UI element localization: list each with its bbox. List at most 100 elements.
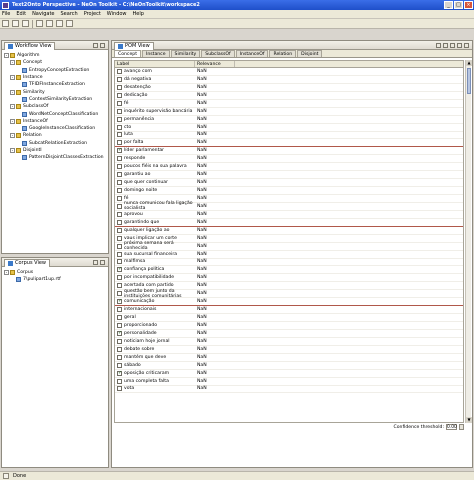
table-row[interactable]: garantindo que NaN (115, 219, 463, 227)
tree-item[interactable]: - Similarity (4, 88, 106, 95)
scroll-down-icon[interactable]: ▼ (466, 417, 472, 423)
tree-item[interactable]: - InstanceOf (4, 118, 106, 125)
row-checkbox[interactable] (117, 315, 122, 321)
row-checkbox[interactable] (117, 68, 122, 74)
row-checkbox[interactable] (117, 227, 122, 233)
row-checkbox[interactable] (117, 172, 122, 178)
table-row[interactable]: noticiam hoje jornal NaN (115, 338, 463, 346)
row-checkbox[interactable] (117, 164, 122, 170)
row-checkbox[interactable] (117, 211, 122, 217)
subtab-disjoint[interactable]: Disjoint (297, 50, 323, 57)
row-checkbox[interactable] (117, 283, 122, 289)
expand-collapse-icon[interactable]: - (10, 148, 15, 153)
row-checkbox[interactable] (117, 338, 122, 344)
maximize-button[interactable]: □ (454, 1, 463, 9)
row-checkbox[interactable] (117, 195, 122, 201)
minimize-view-icon[interactable] (457, 42, 462, 48)
row-checkbox[interactable] (117, 76, 122, 82)
table-row[interactable]: que quer continuar NaN (115, 179, 463, 188)
tree-item[interactable]: TFIDFInstanceExtraction (4, 81, 106, 88)
minimize-view-icon[interactable] (93, 42, 98, 48)
expand-collapse-icon[interactable]: - (10, 118, 15, 124)
row-checkbox[interactable] (117, 92, 122, 98)
search-icon[interactable] (46, 20, 53, 27)
row-checkbox[interactable] (117, 386, 122, 392)
table-row[interactable]: ✓ personalidade NaN (115, 330, 463, 338)
table-row[interactable]: garantiu ao NaN (115, 171, 463, 180)
table-row[interactable]: internacionais NaN (115, 306, 463, 315)
row-checkbox[interactable] (117, 362, 122, 368)
maximize-view-icon[interactable] (464, 42, 469, 48)
menu-edit[interactable]: Edit (16, 11, 26, 17)
tree-item[interactable]: - SubclassOf (4, 103, 106, 110)
expand-collapse-icon[interactable]: - (10, 89, 15, 95)
expand-collapse-icon[interactable]: - (10, 104, 15, 110)
row-checkbox[interactable] (117, 180, 122, 186)
refresh-icon[interactable] (443, 42, 448, 48)
expand-collapse-icon[interactable]: - (10, 75, 15, 81)
tree-item[interactable]: SubcatRelationExtraction (4, 140, 106, 147)
table-row[interactable]: questão bem junto da instituições comuni… (115, 289, 463, 299)
row-checkbox[interactable] (117, 251, 122, 257)
row-checkbox[interactable] (117, 307, 122, 313)
expand-collapse-icon[interactable]: - (4, 270, 9, 276)
tree-item[interactable]: - DisjointI (4, 147, 106, 154)
table-row[interactable]: uma completa falta NaN (115, 378, 463, 386)
table-row[interactable]: sábado NaN (115, 362, 463, 370)
corpus-view-tab[interactable]: Corpus View (4, 258, 51, 267)
row-checkbox[interactable] (117, 346, 122, 352)
minimize-button[interactable]: _ (444, 1, 453, 9)
pom-view-tab[interactable]: POM View (114, 41, 154, 50)
tree-item[interactable]: - Instance (4, 74, 106, 81)
expand-collapse-icon[interactable]: - (4, 53, 9, 59)
row-checkbox[interactable] (117, 378, 122, 384)
forward-icon[interactable] (66, 20, 73, 27)
tree-item[interactable]: WordNetConceptClassification (4, 110, 106, 117)
table-row[interactable]: vota NaN (115, 386, 463, 394)
row-checkbox[interactable] (117, 291, 122, 297)
table-row[interactable]: fé NaN (115, 100, 463, 108)
row-checkbox[interactable]: ✓ (117, 148, 122, 154)
row-checkbox[interactable] (117, 203, 122, 209)
table-row[interactable]: sua sucursal financeira NaN (115, 251, 463, 259)
row-checkbox[interactable] (117, 354, 122, 360)
tree-item[interactable]: PatternDisjointClassesExtraction (4, 154, 106, 161)
table-row[interactable]: responde NaN (115, 155, 463, 164)
row-checkbox[interactable] (117, 219, 122, 225)
scroll-up-icon[interactable]: ▲ (466, 60, 472, 66)
expand-collapse-icon[interactable]: - (10, 133, 15, 139)
tree-item[interactable]: - Algorithm (4, 52, 106, 59)
menu-file[interactable]: File (2, 11, 10, 17)
subtab-subclassof[interactable]: SubclassOf (201, 50, 235, 57)
vertical-scrollbar[interactable]: ▲ ▼ (465, 60, 472, 423)
table-row[interactable]: qualquer ligação ao NaN (115, 227, 463, 235)
table-row[interactable]: cto NaN (115, 124, 463, 132)
close-button[interactable]: × (464, 1, 473, 9)
table-row[interactable]: desatenção NaN (115, 84, 463, 92)
maximize-view-icon[interactable] (100, 42, 105, 48)
table-row[interactable]: domingo noite NaN (115, 187, 463, 195)
subtab-instanceof[interactable]: InstanceOf (235, 50, 269, 57)
table-row[interactable]: por falta NaN (115, 139, 463, 148)
back-icon[interactable] (56, 20, 63, 27)
menu-help[interactable]: Help (133, 11, 144, 17)
tree-item[interactable]: ContextSimilarityExtraction (4, 96, 106, 103)
table-row[interactable]: mantém que deve NaN (115, 354, 463, 362)
table-row[interactable]: avanço com NaN (115, 68, 463, 76)
workflow-view-tab[interactable]: Workflow View (4, 41, 56, 50)
table-row[interactable]: nunca comunicou fala ligação socialista N… (115, 201, 463, 211)
row-checkbox[interactable] (117, 84, 122, 90)
subtab-similarity[interactable]: Similarity (170, 50, 201, 57)
table-row[interactable]: dá negativa NaN (115, 76, 463, 84)
row-checkbox[interactable] (117, 156, 122, 162)
subtab-instance[interactable]: Instance (142, 50, 170, 57)
table-row[interactable]: próxima semana será conhecida NaN (115, 241, 463, 251)
table-row[interactable]: poucos fiéis na sua palavra NaN (115, 163, 463, 172)
column-relevance[interactable]: Relevance (195, 61, 235, 67)
row-checkbox[interactable] (117, 124, 122, 130)
confidence-spinner-icon[interactable] (459, 424, 464, 430)
tree-item[interactable]: GoogleInstanceClassification (4, 125, 106, 132)
subtab-relation[interactable]: Relation (269, 50, 297, 57)
row-checkbox[interactable] (117, 275, 122, 281)
table-row[interactable]: luta NaN (115, 132, 463, 140)
